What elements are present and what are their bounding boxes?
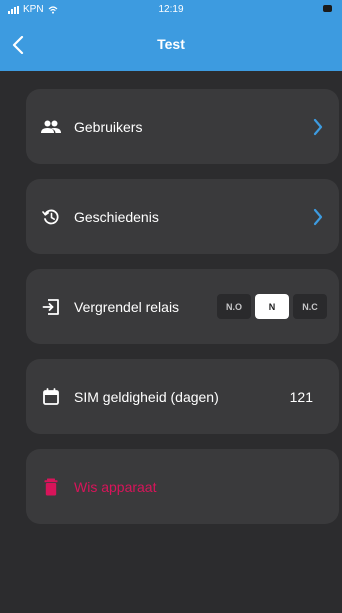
delete-device-label: Wis apparaat (74, 478, 157, 495)
history-icon (40, 206, 62, 228)
status-bar: KPN 12:19 (0, 0, 342, 20)
relay-row: Vergrendel relais N.O N N.C (26, 269, 339, 344)
login-icon (40, 296, 62, 318)
sim-validity-label: SIM geldigheid (dagen) (74, 388, 219, 405)
relay-option-nc[interactable]: N.C (293, 294, 327, 319)
battery-icon (323, 5, 332, 12)
relay-option-no[interactable]: N.O (217, 294, 251, 319)
relay-label: Vergrendel relais (74, 298, 180, 315)
users-row[interactable]: Gebruikers (26, 89, 339, 164)
app-header: KPN 12:19 Test (0, 0, 342, 71)
users-label: Gebruikers (74, 118, 143, 135)
sim-validity-row: SIM geldigheid (dagen) 121 (26, 359, 339, 434)
page-title: Test (157, 36, 185, 52)
delete-device-row[interactable]: Wis apparaat (26, 449, 339, 524)
users-icon (40, 116, 62, 138)
sim-validity-value: 121 (289, 388, 313, 405)
chevron-right-icon (311, 207, 325, 227)
calendar-icon (40, 386, 62, 408)
relay-mode-selector: N.O N N.C (217, 294, 327, 319)
status-time: 12:19 (158, 4, 184, 15)
relay-option-n[interactable]: N (255, 294, 289, 319)
chevron-right-icon (311, 117, 325, 137)
history-row[interactable]: Geschiedenis (26, 179, 339, 254)
history-label: Geschiedenis (74, 208, 159, 225)
trash-icon (40, 476, 62, 498)
